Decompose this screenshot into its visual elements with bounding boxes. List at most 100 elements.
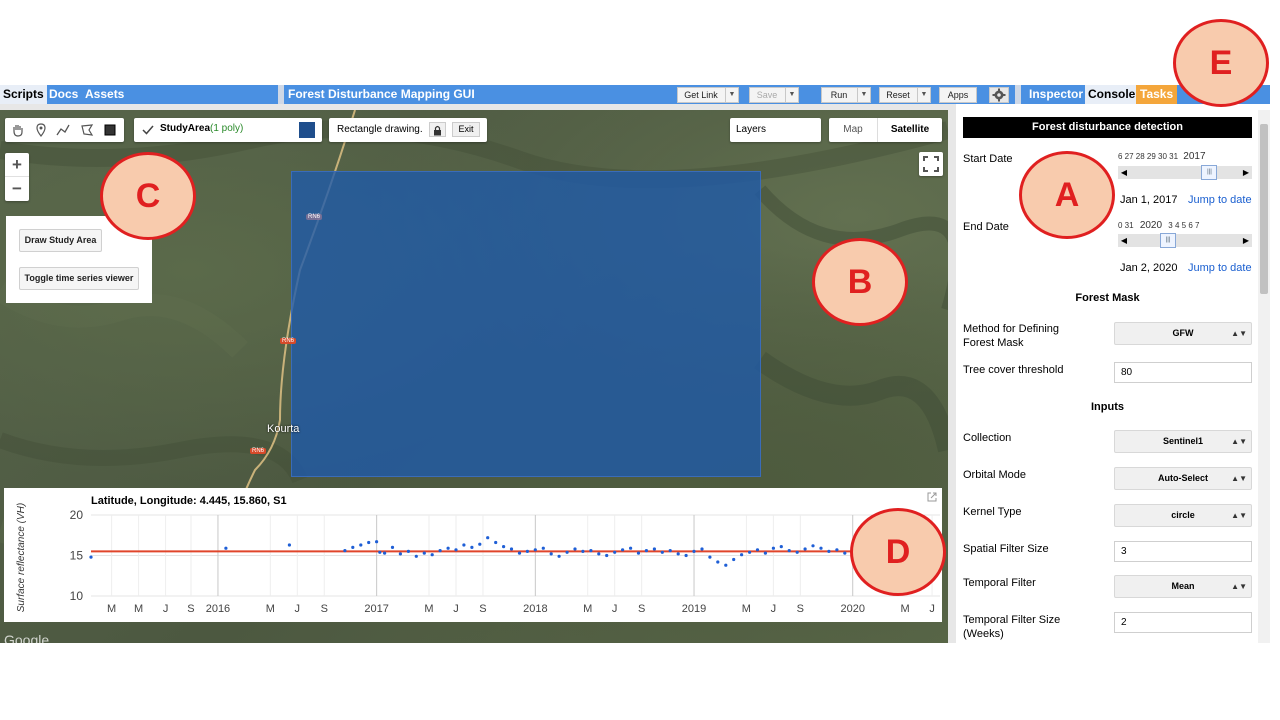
lock-button[interactable] bbox=[429, 122, 446, 137]
data-point bbox=[827, 549, 831, 553]
data-point bbox=[732, 557, 736, 562]
map-type-map[interactable]: Map bbox=[829, 118, 877, 142]
geometry-layer-chip[interactable]: StudyArea (1 poly) bbox=[134, 118, 322, 142]
layer-color-swatch[interactable] bbox=[299, 122, 315, 138]
data-point bbox=[716, 560, 720, 564]
run-button[interactable]: Run ▼ bbox=[821, 87, 871, 103]
data-point bbox=[763, 551, 768, 555]
tab-tasks[interactable]: Tasks bbox=[1136, 85, 1178, 104]
end-date-slider-thumb[interactable]: ||| bbox=[1160, 233, 1177, 248]
rectangle-icon[interactable] bbox=[102, 122, 118, 138]
data-point bbox=[494, 540, 498, 545]
reset-button[interactable]: Reset ▼ bbox=[879, 87, 931, 103]
splitter-left[interactable] bbox=[278, 85, 284, 104]
study-area-polygon[interactable] bbox=[291, 171, 761, 477]
tab-scripts[interactable]: Scripts bbox=[0, 85, 47, 104]
data-point bbox=[486, 536, 490, 540]
draw-study-area-button[interactable]: Draw Study Area bbox=[19, 229, 102, 252]
end-date-jump-link[interactable]: Jump to date bbox=[1188, 262, 1252, 274]
fullscreen-button[interactable] bbox=[919, 152, 943, 176]
start-date-tick-labels: 6 27 28 29 30 31 bbox=[1118, 152, 1179, 161]
data-point bbox=[383, 551, 387, 555]
spatial-filter-input[interactable]: 3 bbox=[1114, 541, 1252, 562]
kernel-type-label: Kernel Type bbox=[963, 506, 1022, 518]
end-date-ticks: 0 31 2020 3 4 5 6 7 bbox=[1118, 220, 1252, 231]
settings-button[interactable] bbox=[989, 87, 1009, 103]
layers-dropdown[interactable]: Layers bbox=[730, 118, 821, 142]
apps-button[interactable]: Apps bbox=[939, 87, 977, 103]
collection-select[interactable]: Sentinel1 ▲▼ bbox=[1114, 430, 1252, 453]
select-arrows-icon: ▲▼ bbox=[1231, 329, 1247, 338]
time-series-chart: 20 15 10 M M J S 2016 M J S 2017 M J S 2018 M J S 2019 M J S 20… bbox=[16, 503, 940, 615]
chevron-down-icon[interactable]: ▼ bbox=[917, 88, 930, 102]
mask-method-label: Method for Defining Forest Mask bbox=[963, 323, 1059, 349]
get-link-button[interactable]: Get Link ▼ bbox=[677, 87, 739, 103]
end-date-slider[interactable]: ◀ ||| ▶ bbox=[1118, 233, 1252, 248]
toggle-time-series-button[interactable]: Toggle time series viewer bbox=[19, 267, 139, 290]
checkbox-check-icon[interactable] bbox=[141, 123, 155, 137]
scroll-right-icon[interactable]: ▶ bbox=[1240, 234, 1252, 247]
hand-icon[interactable] bbox=[10, 122, 26, 138]
data-point bbox=[351, 545, 355, 549]
end-date-year: 2020 bbox=[1139, 220, 1163, 231]
map-type-satellite[interactable]: Satellite bbox=[877, 118, 942, 142]
kernel-type-select[interactable]: circle ▲▼ bbox=[1114, 504, 1252, 527]
scroll-right-icon[interactable]: ▶ bbox=[1240, 166, 1252, 179]
marker-icon[interactable] bbox=[33, 122, 49, 138]
tab-assets[interactable]: Assets bbox=[85, 85, 124, 104]
zoom-out-button[interactable]: − bbox=[5, 177, 29, 201]
data-point bbox=[573, 547, 577, 551]
scroll-left-icon[interactable]: ◀ bbox=[1118, 234, 1130, 247]
temporal-filter-size-input[interactable]: 2 bbox=[1114, 612, 1252, 633]
y-tick-label: 10 bbox=[70, 589, 84, 603]
layer-name: StudyArea bbox=[160, 123, 211, 134]
data-point bbox=[406, 549, 410, 553]
data-point bbox=[660, 550, 664, 554]
orbital-mode-value: Auto-Select bbox=[1157, 473, 1208, 483]
chevron-down-icon[interactable]: ▼ bbox=[785, 88, 798, 102]
panel-scrollbar-thumb[interactable] bbox=[1260, 124, 1268, 294]
start-date-jump-link[interactable]: Jump to date bbox=[1188, 194, 1252, 206]
x-tick-label: 2019 bbox=[682, 603, 706, 615]
annotation-d: D bbox=[850, 508, 946, 596]
time-series-chart-panel: Latitude, Longitude: 4.445, 15.860, S1 2… bbox=[4, 488, 942, 622]
temporal-filter-value: Mean bbox=[1171, 581, 1195, 591]
x-tick-label: M bbox=[134, 603, 143, 615]
data-point bbox=[795, 550, 799, 554]
line-icon[interactable] bbox=[55, 122, 71, 138]
exit-button[interactable]: Exit bbox=[452, 122, 480, 137]
x-tick-label: S bbox=[638, 603, 645, 615]
rectangle-drawing-status: Rectangle drawing. Exit bbox=[329, 118, 487, 142]
map-type-toggle: Map Satellite bbox=[829, 118, 942, 142]
start-date-slider[interactable]: ◀ ||| ▶ bbox=[1118, 165, 1252, 180]
chevron-down-icon[interactable]: ▼ bbox=[857, 88, 870, 102]
data-point bbox=[811, 544, 815, 548]
save-button[interactable]: Save ▼ bbox=[749, 87, 799, 103]
splitter-vertical[interactable] bbox=[948, 104, 956, 643]
polygon-icon[interactable] bbox=[79, 122, 95, 138]
apps-label: Apps bbox=[947, 90, 969, 100]
start-date-slider-thumb[interactable]: ||| bbox=[1201, 165, 1218, 180]
tab-console[interactable]: Console bbox=[1085, 85, 1139, 104]
reset-label: Reset bbox=[886, 90, 910, 100]
panel-header: Forest disturbance detection bbox=[963, 117, 1252, 138]
data-point bbox=[509, 547, 514, 551]
tab-inspector[interactable]: Inspector bbox=[1029, 85, 1083, 104]
temporal-filter-select[interactable]: Mean ▲▼ bbox=[1114, 575, 1252, 598]
top-toolbar: Scripts Docs Assets Forest Disturbance M… bbox=[0, 85, 1270, 104]
mask-method-select[interactable]: GFW ▲▼ bbox=[1114, 322, 1252, 345]
chevron-down-icon[interactable]: ▼ bbox=[725, 88, 738, 102]
x-tick-label: J bbox=[163, 603, 169, 615]
y-tick-label: 20 bbox=[70, 508, 84, 522]
temporal-filter-label: Temporal Filter bbox=[963, 577, 1036, 589]
data-point bbox=[89, 555, 93, 559]
scroll-left-icon[interactable]: ◀ bbox=[1118, 166, 1130, 179]
tab-docs[interactable]: Docs bbox=[49, 85, 78, 104]
data-point bbox=[478, 542, 482, 546]
tree-cover-input[interactable]: 80 bbox=[1114, 362, 1252, 383]
zoom-in-button[interactable]: + bbox=[5, 153, 29, 177]
layer-count: (1 poly) bbox=[210, 123, 244, 134]
splitter-right[interactable] bbox=[1015, 85, 1021, 104]
orbital-mode-select[interactable]: Auto-Select ▲▼ bbox=[1114, 467, 1252, 490]
x-tick-label: 2016 bbox=[206, 603, 230, 615]
